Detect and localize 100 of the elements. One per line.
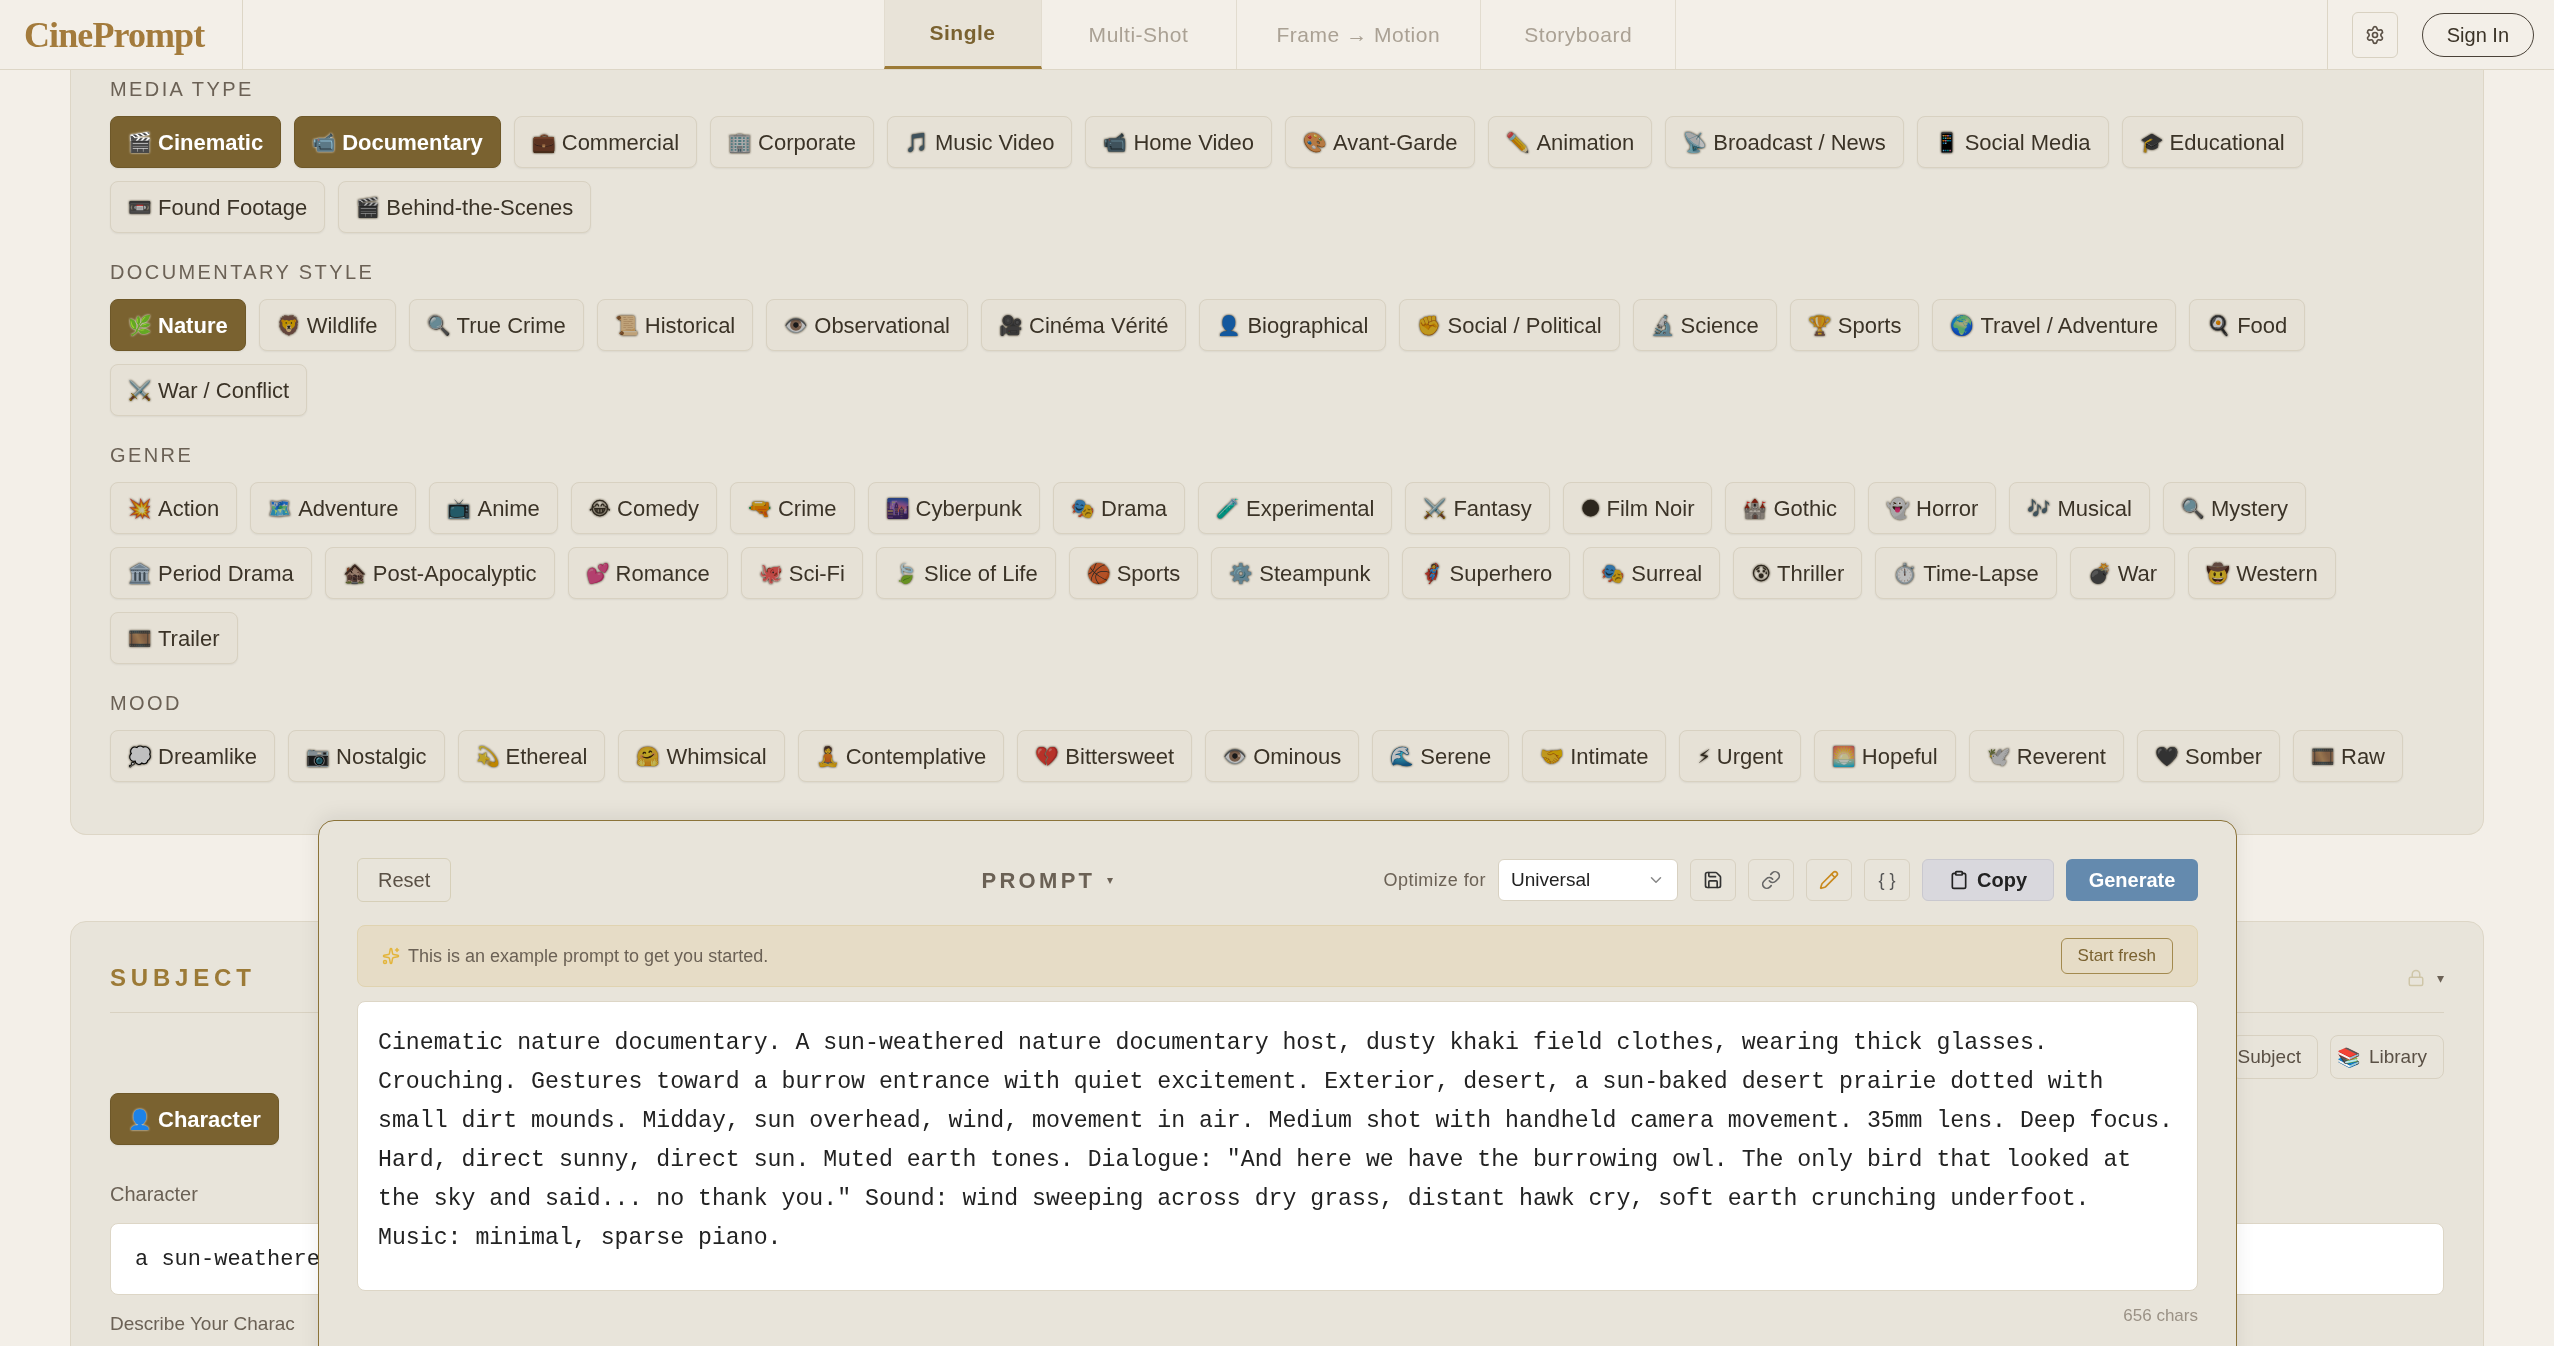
- section-heading: MEDIA TYPE: [110, 77, 255, 102]
- filter-chip[interactable]: ⚔ Fantasy: [1405, 482, 1550, 534]
- filter-chip[interactable]: 🌊 Serene: [1372, 730, 1510, 782]
- link-button[interactable]: [1748, 859, 1794, 901]
- filter-chip[interactable]: 📷 Nostalgic: [288, 730, 445, 782]
- filter-chip[interactable]: 🌅 Hopeful: [1813, 730, 1956, 782]
- filter-chip[interactable]: 🎶 Musical: [2009, 482, 2150, 534]
- char-count: 656 chars: [2123, 1305, 2198, 1327]
- settings-button[interactable]: [2351, 11, 2398, 58]
- filter-chip[interactable]: 📹 Home Video: [1085, 116, 1273, 168]
- filter-chip[interactable]: 📡 Broadcast / News: [1665, 116, 1904, 168]
- filter-chip[interactable]: 👁 Observational: [766, 299, 968, 351]
- filter-chip[interactable]: 🍳 Food: [2189, 299, 2306, 351]
- filter-chip[interactable]: 🏰 Gothic: [1725, 482, 1856, 534]
- filter-chip[interactable]: 📺 Anime: [429, 482, 558, 534]
- filter-chip[interactable]: 🎨 Avant-Garde: [1285, 116, 1476, 168]
- filter-chip[interactable]: 🌿 Nature: [110, 299, 246, 351]
- filter-chip[interactable]: 🔫 Crime: [729, 482, 855, 534]
- pencil-icon: [1819, 870, 1839, 890]
- filter-chip[interactable]: 🧘 Contemplative: [797, 730, 1005, 782]
- mode-tab[interactable]: Single: [883, 0, 1042, 69]
- filter-chip[interactable]: ⚙ Steampunk: [1211, 547, 1389, 599]
- clipboard-icon: [1949, 870, 1969, 890]
- section-heading: MOOD: [110, 691, 183, 716]
- filter-chip[interactable]: 🌍 Travel / Adventure: [1932, 299, 2177, 351]
- filter-chip[interactable]: 🌆 Cyberpunk: [867, 482, 1040, 534]
- filter-chip[interactable]: 🏚 Post-Apocalyptic: [324, 547, 555, 599]
- filter-chip[interactable]: 🏢 Corporate: [710, 116, 874, 168]
- filter-chip[interactable]: 🎞 Raw: [2293, 730, 2403, 782]
- field-label: Describe Your Charac: [110, 1313, 295, 1335]
- filter-chip[interactable]: 🗺 Adventure: [250, 482, 417, 534]
- filter-chip[interactable]: 🏆 Sports: [1789, 299, 1920, 351]
- lock-caret[interactable]: ▾: [2437, 967, 2444, 989]
- filter-chip[interactable]: 🎬 Behind-the-Scenes: [338, 181, 592, 233]
- filter-chip[interactable]: 🔬 Science: [1632, 299, 1777, 351]
- filter-chip[interactable]: ✏ Animation: [1488, 116, 1653, 168]
- filter-chip[interactable]: 💭 Dreamlike: [110, 730, 276, 782]
- settings-icon: [2364, 24, 2385, 45]
- filter-chip[interactable]: 💕 Romance: [567, 547, 728, 599]
- filter-chip[interactable]: 👁 Ominous: [1205, 730, 1360, 782]
- filter-chip[interactable]: 🔍 True Crime: [408, 299, 584, 351]
- filter-chip[interactable]: 👤 Biographical: [1199, 299, 1387, 351]
- filter-chip[interactable]: 🎓 Educational: [2121, 116, 2303, 168]
- filter-chip[interactable]: 🎵 Music Video: [886, 116, 1073, 168]
- filter-chip[interactable]: 🧪 Experimental: [1198, 482, 1393, 534]
- reset-button[interactable]: Reset: [357, 858, 452, 902]
- filter-chip[interactable]: ⚔ War / Conflict: [110, 364, 308, 416]
- filter-chip[interactable]: 🏛 Period Drama: [110, 547, 312, 599]
- filter-chip[interactable]: 🍃 Slice of Life: [875, 547, 1056, 599]
- filter-chip[interactable]: 🏀 Sports: [1068, 547, 1199, 599]
- filter-chip[interactable]: 😂 Comedy: [570, 482, 717, 534]
- json-button[interactable]: { }: [1864, 859, 1910, 901]
- filter-chip[interactable]: 🎭 Surreal: [1583, 547, 1721, 599]
- filter-chip[interactable]: 📱 Social Media: [1916, 116, 2109, 168]
- filter-chip[interactable]: ⚡ Urgent: [1679, 730, 1801, 782]
- generate-button[interactable]: Generate: [2066, 859, 2198, 901]
- filter-chip[interactable]: 🦁 Wildlife: [258, 299, 396, 351]
- filter-chip[interactable]: 🕊 Reverent: [1968, 730, 2124, 782]
- filter-chip[interactable]: 💼 Commercial: [513, 116, 698, 168]
- filter-chip[interactable]: 💫 Ethereal: [457, 730, 606, 782]
- subject-action-button[interactable]: 📚 Library: [2329, 1035, 2444, 1079]
- copy-button[interactable]: Copy: [1922, 859, 2054, 901]
- filter-chip[interactable]: 👻 Horror: [1868, 482, 1997, 534]
- notice-text: This is an example prompt to get you started.: [408, 944, 769, 968]
- filter-chip[interactable]: 🤝 Intimate: [1522, 730, 1667, 782]
- prompt-title: PROMPT: [981, 866, 1096, 895]
- filter-chip[interactable]: 😰 Thriller: [1733, 547, 1863, 599]
- section-title: SUBJECT: [110, 963, 256, 993]
- field-label: Character: [110, 1182, 198, 1207]
- section-heading: GENRE: [110, 443, 195, 468]
- section-heading: DOCUMENTARY STYLE: [110, 260, 376, 285]
- filter-chip[interactable]: 🎬 Cinematic: [110, 116, 282, 168]
- optimize-select[interactable]: Universal: [1498, 859, 1678, 901]
- filter-chip[interactable]: 🌑 Film Noir: [1562, 482, 1713, 534]
- filter-chip[interactable]: 📜 Historical: [596, 299, 754, 351]
- filter-chip[interactable]: 🦸 Superhero: [1401, 547, 1571, 599]
- link-icon: [1761, 870, 1781, 890]
- filter-chip[interactable]: 🤗 Whimsical: [618, 730, 785, 782]
- filter-chip[interactable]: 💣 War: [2069, 547, 2176, 599]
- filter-chip[interactable]: 🔍 Mystery: [2163, 482, 2306, 534]
- filter-chip[interactable]: 🎞 Trailer: [110, 612, 238, 664]
- filter-chip[interactable]: 🎥 Cinéma Vérité: [981, 299, 1187, 351]
- filter-chip[interactable]: ✊ Social / Political: [1399, 299, 1620, 351]
- sparkles-icon: [382, 947, 400, 965]
- filter-chip[interactable]: 🖤 Somber: [2136, 730, 2280, 782]
- prompt-text-area[interactable]: Cinematic nature documentary. A sun-weathered nature documentary host, dusty khaki field clothes, wearing thick glasses. Crouching. Gestures toward a burrow entrance with quiet excitement. Exterior, desert, a sun-baked desert prairie dotted with small dirt mounds. Midday, sun overhead, wind, movement in air. Medium shot with handheld camera movement. 35mm lens. Deep focus. Hard, direct sunny, direct sun. Muted earth tones. Dialogue: "And here we have the burrowing owl. The only bird that looked at the sky and said... no thank you." Sound: wind sweeping across dry grass, distant hawk cry, soft earth crunching underfoot. Music: minimal, sparse piano.: [357, 1001, 2198, 1291]
- filter-chip[interactable]: 👤 Character: [110, 1093, 279, 1145]
- filter-chip[interactable]: 🤠 Western: [2188, 547, 2336, 599]
- filter-chip[interactable]: 🎭 Drama: [1053, 482, 1185, 534]
- save-button[interactable]: [1690, 859, 1736, 901]
- filter-chip[interactable]: 🐙 Sci-Fi: [740, 547, 863, 599]
- filter-chip[interactable]: 📹 Documentary: [294, 116, 501, 168]
- start-fresh-button[interactable]: Start fresh: [2060, 938, 2173, 974]
- title-caret[interactable]: ▾: [1107, 871, 1114, 889]
- filter-chip[interactable]: 💥 Action: [110, 482, 238, 534]
- optimize-label: Optimize for: [1383, 868, 1486, 892]
- filter-chip[interactable]: 💔 Bittersweet: [1017, 730, 1193, 782]
- filter-chip[interactable]: ⏱ Time-Lapse: [1875, 547, 2057, 599]
- filter-chip[interactable]: 📼 Found Footage: [110, 181, 326, 233]
- lock-icon: [2407, 969, 2425, 987]
